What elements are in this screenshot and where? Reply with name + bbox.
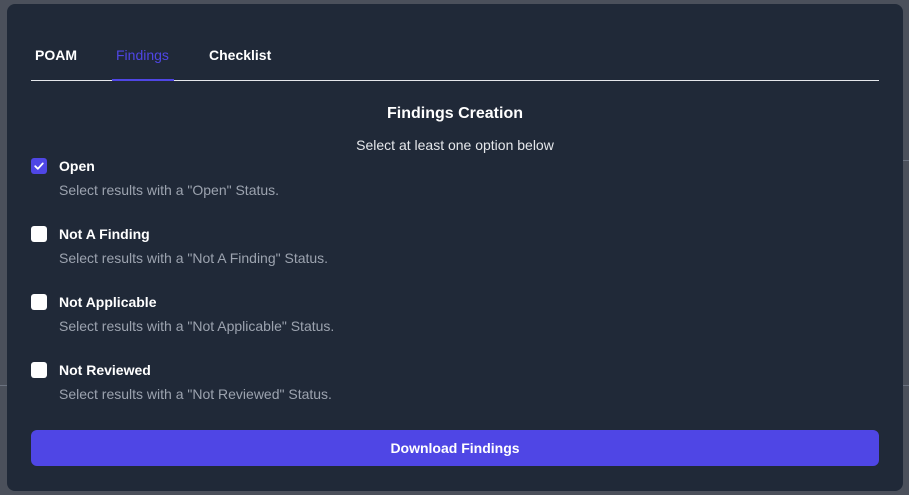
not-a-finding-checkbox[interactable]	[31, 226, 47, 242]
option-description: Select results with a "Not Applicable" S…	[59, 318, 335, 334]
tab-findings[interactable]: Findings	[112, 44, 174, 81]
tab-poam[interactable]: POAM	[31, 44, 81, 81]
not-applicable-checkbox[interactable]	[31, 294, 47, 310]
modal-subtitle: Select at least one option below	[356, 137, 554, 153]
check-icon	[34, 162, 44, 170]
option-description: Select results with a "Not Reviewed" Sta…	[59, 386, 332, 402]
option-label[interactable]: Not A Finding	[59, 226, 150, 242]
modal-title: Findings Creation	[387, 105, 523, 122]
download-findings-button[interactable]: Download Findings	[31, 430, 879, 466]
option-description: Select results with a "Open" Status.	[59, 182, 280, 198]
option-open: Open Select results with a "Open" Status…	[31, 158, 631, 208]
option-label[interactable]: Not Reviewed	[59, 362, 151, 378]
tab-checklist[interactable]: Checklist	[205, 44, 275, 81]
option-not-a-finding: Not A Finding Select results with a "Not…	[31, 226, 631, 276]
not-reviewed-checkbox[interactable]	[31, 362, 47, 378]
option-description: Select results with a "Not A Finding" St…	[59, 250, 329, 266]
option-label[interactable]: Open	[59, 158, 95, 174]
findings-modal: POAM Findings Checklist Findings Creatio…	[7, 4, 903, 491]
backdrop-divider	[0, 385, 7, 386]
option-not-applicable: Not Applicable Select results with a "No…	[31, 294, 631, 344]
open-checkbox[interactable]	[31, 158, 47, 174]
option-label[interactable]: Not Applicable	[59, 294, 157, 310]
tab-bar: POAM Findings Checklist	[31, 4, 879, 81]
option-not-reviewed: Not Reviewed Select results with a "Not …	[31, 362, 631, 412]
